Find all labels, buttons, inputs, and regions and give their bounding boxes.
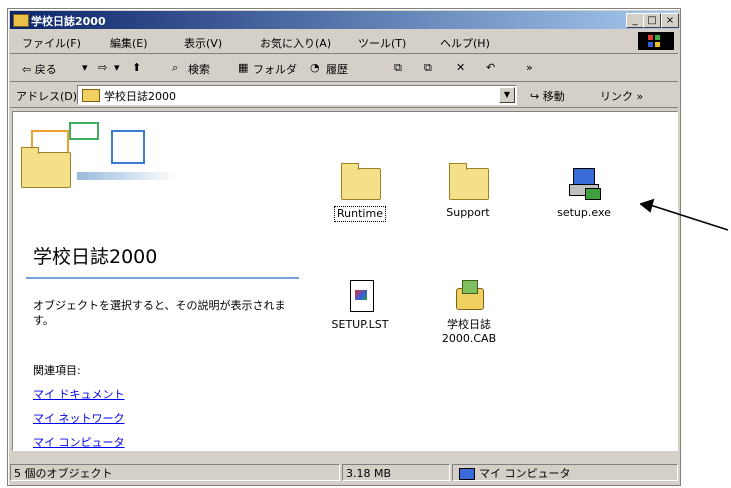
maximize-button[interactable]: □ [643, 13, 661, 28]
toolbar: ⇦ 戻る ▾ ⇨ ▾ ⬆ ⌕ 検索 ▦ フォルダ ◔ 履歴 ⧉ ⧉ ✕ ↶ » [10, 55, 678, 82]
history-icon: ◔ [310, 61, 320, 74]
more-buttons-icon[interactable]: » [526, 61, 533, 74]
link-my-computer[interactable]: マイ コンピュータ [33, 434, 125, 450]
explorer-window: 学校日誌2000 _ □ × ファイル(F) 編集(E) 表示(V) お気に入り… [7, 8, 681, 486]
forward-dropdown-icon[interactable]: ▾ [114, 61, 120, 74]
history-button[interactable]: 履歴 [326, 61, 348, 77]
pointer-arrow [640, 198, 729, 231]
folder-icon [82, 89, 100, 102]
links-button[interactable]: リンク » [600, 88, 643, 104]
title-bar[interactable]: 学校日誌2000 _ □ × [10, 11, 679, 29]
minimize-button[interactable]: _ [626, 13, 644, 28]
cab-file-icon [450, 280, 488, 312]
menu-view[interactable]: 表示(V) [184, 35, 222, 51]
folder-icon [13, 14, 29, 27]
search-icon: ⌕ [172, 61, 179, 74]
file-label: 学校日誌2000.CAB [441, 318, 497, 345]
address-value: 学校日誌2000 [104, 90, 176, 103]
link-my-documents[interactable]: マイ ドキュメント [33, 386, 125, 402]
status-size: 3.18 MB [342, 464, 450, 481]
move-to-icon[interactable]: ⧉ [394, 61, 402, 75]
folder-icon [21, 147, 71, 188]
link-my-network[interactable]: マイ ネットワーク [33, 410, 125, 426]
file-item[interactable]: Runtime [315, 163, 405, 222]
file-item[interactable]: 学校日誌2000.CAB [423, 280, 515, 346]
panel-title: 学校日誌2000 [33, 246, 158, 268]
computer-icon [459, 468, 475, 480]
folder-icon [449, 163, 489, 200]
back-button[interactable]: ⇦ 戻る [22, 61, 57, 77]
go-button[interactable]: ↪ 移動 [530, 88, 565, 104]
lst-file-icon [341, 280, 379, 312]
status-bar: 5 個のオブジェクト 3.18 MB マイ コンピュータ [10, 464, 678, 482]
folder-banner-graphic [21, 122, 191, 192]
file-label: setup.exe [557, 206, 611, 219]
menu-tools[interactable]: ツール(T) [358, 35, 406, 51]
delete-icon[interactable]: ✕ [456, 61, 465, 74]
file-item[interactable]: setup.exe [539, 168, 629, 220]
go-arrow-icon: ↪ [530, 90, 540, 103]
setup-exe-icon [565, 168, 603, 200]
search-button[interactable]: 検索 [188, 61, 210, 77]
forward-button[interactable]: ⇨ [98, 61, 107, 74]
menu-bar: ファイル(F) 編集(E) 表示(V) お気に入り(A) ツール(T) ヘルプ(… [10, 31, 678, 54]
folder-view: 学校日誌2000 オブジェクトを選択すると、その説明が表示されます。 関連項目:… [12, 111, 678, 451]
undo-icon[interactable]: ↶ [486, 61, 495, 74]
address-input[interactable]: 学校日誌2000 ▼ [77, 85, 517, 105]
folders-icon: ▦ [238, 61, 249, 74]
close-button[interactable]: × [661, 13, 679, 28]
window-title: 学校日誌2000 [31, 15, 106, 28]
status-location-label: マイ コンピュータ [479, 467, 571, 480]
file-item[interactable]: SETUP.LST [315, 280, 405, 332]
address-label: アドレス(D) [16, 90, 78, 103]
copy-to-icon[interactable]: ⧉ [424, 61, 432, 75]
menu-edit[interactable]: 編集(E) [110, 35, 148, 51]
menu-file[interactable]: ファイル(F) [22, 35, 81, 51]
status-object-count: 5 個のオブジェクト [10, 464, 340, 481]
file-item[interactable]: Support [423, 163, 513, 220]
panel-divider [26, 277, 299, 279]
menu-help[interactable]: ヘルプ(H) [440, 35, 490, 51]
go-label: 移動 [542, 90, 565, 103]
address-bar: アドレス(D) 学校日誌2000 ▼ ↪ 移動 リンク » [10, 83, 678, 108]
up-folder-button[interactable]: ⬆ [132, 61, 141, 74]
file-label: Runtime [334, 206, 386, 222]
status-location: マイ コンピュータ [452, 464, 678, 481]
panel-description: オブジェクトを選択すると、その説明が表示されます。 [33, 299, 286, 327]
file-label: SETUP.LST [331, 318, 389, 331]
windows-logo-icon [638, 32, 674, 50]
folder-icon [341, 163, 381, 200]
related-label: 関連項目: [33, 364, 81, 377]
folders-button[interactable]: フォルダ [253, 61, 297, 77]
menu-favorites[interactable]: お気に入り(A) [260, 35, 331, 51]
address-dropdown-icon[interactable]: ▼ [499, 87, 515, 103]
back-dropdown-icon[interactable]: ▾ [82, 61, 88, 74]
file-label: Support [446, 206, 490, 219]
